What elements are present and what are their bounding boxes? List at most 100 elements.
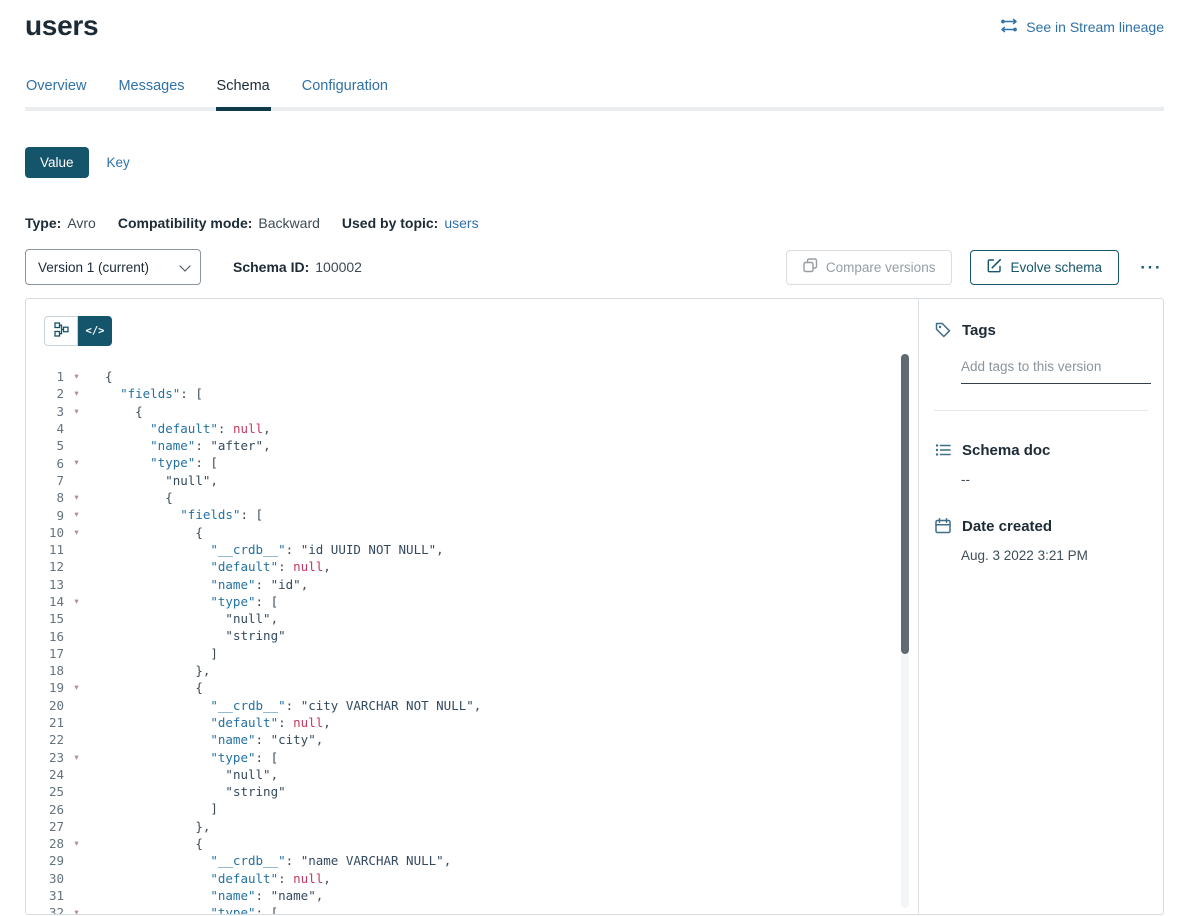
tab-schema[interactable]: Schema [216,72,271,111]
code-text: "name": "id", [105,576,308,593]
code-line: 10▾ { [26,524,918,541]
scrollbar-thumb[interactable] [901,354,909,654]
fold-toggle-icon[interactable]: ▾ [69,835,84,852]
topic-label: Used by topic: [342,215,438,231]
line-number: 28 [26,836,64,851]
fold-toggle-icon[interactable]: ▾ [69,385,84,402]
code-text: "string" [105,783,286,800]
key-toggle-button[interactable]: Key [99,147,138,178]
line-number: 32 [26,905,64,915]
schema-type-toggle: Value Key [25,147,1164,178]
fold-toggle-icon[interactable]: ▾ [69,403,84,420]
line-number: 8 [26,490,64,505]
line-number: 23 [26,750,64,765]
line-number: 27 [26,819,64,834]
stream-lineage-icon [1000,18,1018,36]
compare-versions-button[interactable]: Compare versions [786,250,953,285]
line-number: 7 [26,473,64,488]
type-label: Type: [25,215,61,231]
code-text: { [105,835,203,852]
stream-lineage-link[interactable]: See in Stream lineage [1000,18,1164,36]
line-number: 20 [26,698,64,713]
code-text: ] [105,645,218,662]
sidebar-divider [934,410,1148,411]
fold-toggle-icon[interactable]: ▾ [69,679,84,696]
code-line: 3 ▾ { [26,403,918,420]
fold-toggle-icon[interactable]: ▾ [69,524,84,541]
edit-icon [987,258,1002,276]
version-select[interactable]: Version 1 (current) [25,249,201,285]
value-toggle-button[interactable]: Value [25,147,89,178]
code-line: 26 ] [26,800,918,817]
code-text: "type": [ [105,593,278,610]
schema-doc-section: Schema doc -- [934,441,1148,487]
more-options-button[interactable]: ⋯ [1137,257,1164,277]
line-number: 3 [26,404,64,419]
compare-icon [803,258,818,276]
date-created-value: Aug. 3 2022 3:21 PM [961,548,1148,563]
code-text: "name": "city", [105,731,323,748]
tree-view-icon [54,322,69,340]
topic-link[interactable]: users [444,215,478,231]
code-text: { [105,368,113,385]
fold-toggle-icon[interactable]: ▾ [69,454,84,471]
line-number: 31 [26,888,64,903]
line-number: 11 [26,542,64,557]
code-line: 21 "default": null, [26,714,918,731]
stream-lineage-label: See in Stream lineage [1026,19,1164,35]
code-text: { [105,524,203,541]
code-text: "string" [105,627,286,644]
tab-messages[interactable]: Messages [117,72,185,107]
code-text: "default": null, [105,870,331,887]
code-line: 5 "name": "after", [26,437,918,454]
tree-view-button[interactable] [44,316,78,346]
line-number: 13 [26,577,64,592]
compatibility-value: Backward [258,215,319,231]
fold-toggle-icon[interactable]: ▾ [69,904,84,915]
type-meta: Type: Avro [25,215,96,231]
code-text: "type": [ [105,904,278,915]
line-number: 25 [26,784,64,799]
code-text: "name": "name", [105,887,323,904]
evolve-schema-button[interactable]: Evolve schema [970,250,1119,285]
fold-toggle-icon[interactable]: ▾ [69,368,84,385]
tags-section-header: Tags [934,321,1148,339]
tags-title: Tags [962,322,996,339]
topic-meta: Used by topic: users [342,215,479,231]
code-view-button[interactable]: </> [78,316,112,346]
add-tags-input[interactable] [961,355,1151,384]
tab-overview[interactable]: Overview [25,72,87,107]
line-number: 17 [26,646,64,661]
code-line: 7 "null", [26,472,918,489]
code-text: { [105,403,143,420]
fold-toggle-icon[interactable]: ▾ [69,749,84,766]
code-text: "default": null, [105,714,331,731]
code-text: "default": null, [105,558,331,575]
code-text: "default": null, [105,420,271,437]
type-value: Avro [67,215,96,231]
compatibility-meta: Compatibility mode: Backward [118,215,320,231]
code-lines: 1▾{2▾ "fields": [3▾ {4 "default": null,5… [26,368,918,915]
code-line: 32 ▾ "type": [ [26,904,918,915]
line-number: 26 [26,802,64,817]
code-text: ] [105,800,218,817]
tab-configuration[interactable]: Configuration [301,72,389,107]
fold-toggle-icon[interactable]: ▾ [69,506,84,523]
code-line: 29 "__crdb__": "name VARCHAR NULL", [26,852,918,869]
code-line: 9▾ "fields": [ [26,506,918,523]
line-number: 22 [26,732,64,747]
fold-toggle-icon[interactable]: ▾ [69,593,84,610]
code-line: 4 "default": null, [26,420,918,437]
evolve-schema-label: Evolve schema [1010,260,1102,275]
code-line: 13 "name": "id", [26,576,918,593]
code-line: 18 }, [26,662,918,679]
compatibility-label: Compatibility mode: [118,215,253,231]
compare-versions-label: Compare versions [826,260,936,275]
code-line: 23▾ "type": [ [26,749,918,766]
code-text: "fields": [ [105,506,263,523]
code-line: 27 }, [26,818,918,835]
fold-toggle-icon[interactable]: ▾ [69,489,84,506]
code-line: 6▾ "type": [ [26,454,918,471]
line-number: 30 [26,871,64,886]
line-number: 2 [26,386,64,401]
